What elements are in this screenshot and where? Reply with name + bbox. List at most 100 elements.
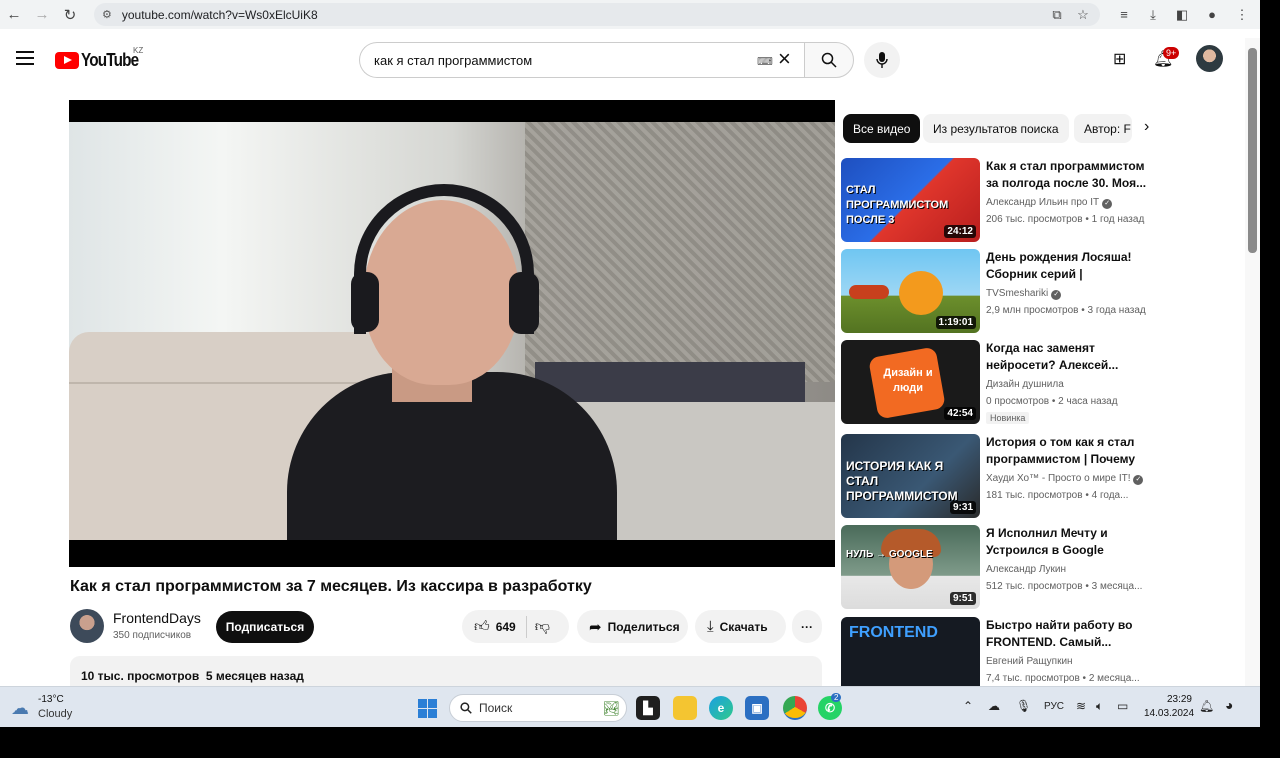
screen: ← → ↻ ⚙ youtube.com/watch?v=Ws0xElcUiK8 … — [0, 0, 1260, 727]
edge-icon[interactable]: e — [709, 696, 733, 720]
more-actions-button[interactable]: ··· — [792, 610, 822, 643]
cast-icon[interactable]: ⧉ — [1045, 0, 1069, 29]
task-view-icon[interactable]: ▙ — [636, 696, 660, 720]
recommendation-channel[interactable]: Хауди Хо™ - Просто о мире IT! ✓ — [986, 473, 1144, 485]
onedrive-icon[interactable]: ☁ — [988, 699, 1000, 713]
wifi-icon[interactable]: ≋ — [1076, 699, 1086, 713]
video-thumbnail[interactable]: СТАЛ ПРОГРАММИСТОМ ПОСЛЕ 3 24:12 — [841, 158, 980, 242]
video-thumbnail[interactable]: 1:19:01 — [841, 249, 980, 333]
browser-toolbar: ← → ↻ ⚙ youtube.com/watch?v=Ws0xElcUiK8 … — [0, 0, 1260, 29]
channel-name[interactable]: FrontendDays — [113, 610, 201, 626]
chrome-icon[interactable] — [783, 696, 807, 720]
windows-start-icon[interactable] — [418, 699, 437, 718]
voice-search-button[interactable] — [864, 42, 900, 78]
keyboard-icon[interactable]: ⌨ — [757, 55, 773, 68]
bookmark-star-icon[interactable]: ☆ — [1071, 0, 1095, 29]
downloads-icon[interactable]: ⤓ — [1141, 0, 1165, 29]
subscribe-button[interactable]: Подписаться — [216, 611, 314, 643]
microsoft-store-icon[interactable]: ▣ — [745, 696, 769, 720]
recommendation-item[interactable]: 1:19:01 День рождения Лосяша! Сборник се… — [841, 249, 1241, 335]
chip-author[interactable]: Автор: F — [1074, 114, 1132, 143]
recommendation-item[interactable]: ИСТОРИЯ КАК Я СТАЛ ПРОГРАММИСТОМ 9:31 Ис… — [841, 434, 1241, 520]
weather-condition[interactable]: Cloudy — [38, 708, 72, 720]
volume-icon[interactable]: 🔈︎ — [1096, 699, 1103, 714]
show-hidden-icons-icon[interactable]: ⌃ — [963, 699, 973, 713]
thumbnail-text: СТАЛ ПРОГРАММИСТОМ ПОСЛЕ 3 — [846, 184, 949, 226]
battery-icon[interactable]: ▭ — [1117, 699, 1128, 713]
clock-time[interactable]: 23:29 — [1166, 694, 1192, 705]
dislike-icon[interactable]: 👎︎ — [535, 618, 550, 636]
taskbar-search[interactable]: Поиск 🏞︎ — [449, 694, 627, 722]
verified-icon: ✓ — [1102, 199, 1113, 209]
video-player[interactable] — [69, 100, 835, 567]
clear-search-icon[interactable]: × — [778, 48, 791, 70]
clock-date[interactable]: 14.03.2024 — [1144, 708, 1194, 719]
download-button[interactable]: ⤓ Скачать — [695, 610, 786, 643]
file-explorer-icon[interactable] — [673, 696, 697, 720]
recommendation-channel[interactable]: Александр Лукин — [986, 564, 1066, 575]
video-thumbnail[interactable]: НУЛЬ → GOOGLE 9:51 — [841, 525, 980, 609]
video-title: Как я стал программистом за 7 месяцев. И… — [70, 578, 592, 595]
address-bar[interactable]: ⚙ youtube.com/watch?v=Ws0xElcUiK8 — [94, 3, 1100, 26]
chip-all-videos[interactable]: Все видео — [843, 114, 921, 143]
reload-icon[interactable]: ↻ — [56, 0, 84, 29]
search-value: как я стал программистом — [374, 52, 533, 68]
recommendation-item[interactable]: Дизайн и люди 42:54 Когда нас заменят не… — [841, 340, 1241, 426]
video-thumbnail[interactable]: Дизайн и люди 42:54 — [841, 340, 980, 424]
recommendation-title[interactable]: Быстро найти работу во FRONTEND. Самый..… — [986, 617, 1156, 651]
recommendation-item[interactable]: СТАЛ ПРОГРАММИСТОМ ПОСЛЕ 3 24:12 Как я с… — [841, 158, 1241, 244]
side-panel-icon[interactable]: ◧ — [1170, 0, 1194, 29]
back-icon[interactable]: ← — [0, 0, 28, 29]
language-indicator[interactable]: РУС — [1044, 701, 1064, 712]
share-button[interactable]: ➦ Поделиться — [577, 610, 688, 643]
page-scrollbar[interactable] — [1245, 38, 1260, 686]
new-badge: Новинка — [986, 412, 1030, 424]
more-icon: ··· — [801, 619, 813, 634]
account-avatar[interactable] — [1196, 45, 1223, 72]
youtube-logo[interactable]: YouTube KZ — [55, 46, 148, 71]
recommendation-item[interactable]: НУЛЬ → GOOGLE 9:51 Я Исполнил Мечту и Ус… — [841, 525, 1241, 611]
channel-avatar[interactable] — [70, 609, 104, 643]
duration-badge: 9:31 — [949, 501, 976, 514]
search-input[interactable]: как я стал программистом — [359, 42, 804, 78]
cloud-icon[interactable]: ☁ — [11, 698, 29, 719]
like-count[interactable]: 649 — [496, 620, 516, 634]
duration-badge: 1:19:01 — [935, 316, 976, 329]
microphone-icon — [876, 52, 888, 68]
recommendation-meta: 181 тыс. просмотров • 4 года... — [986, 490, 1129, 501]
duration-badge: 42:54 — [944, 407, 976, 420]
forward-icon[interactable]: → — [28, 0, 56, 29]
scrollbar-thumb[interactable] — [1248, 48, 1257, 253]
browser-menu-icon[interactable]: ⋮ — [1230, 0, 1254, 29]
notification-bell-icon[interactable]: 🔔︎ — [1199, 699, 1214, 713]
chevron-right-icon[interactable]: › — [1144, 118, 1149, 136]
share-label: Поделиться — [607, 619, 680, 634]
microphone-icon[interactable]: 🎙︎ — [1016, 699, 1031, 713]
recommendation-channel[interactable]: Дизайн душнила — [986, 379, 1064, 390]
recommendation-channel[interactable]: Евгений Ращупкин — [986, 656, 1073, 667]
search-highlight-icon: 🏞︎ — [602, 699, 620, 716]
media-controls-icon[interactable]: ≡ — [1112, 0, 1136, 29]
thumbnail-text: НУЛЬ → GOOGLE — [846, 549, 933, 560]
weather-temperature[interactable]: -13°C — [38, 694, 64, 705]
profile-icon[interactable]: ● — [1200, 0, 1224, 29]
recommendation-title[interactable]: Я Исполнил Мечту и Устроился в Google — [986, 525, 1156, 559]
like-icon[interactable]: 👍︎ — [474, 618, 490, 636]
thumbnail-text: FRONTEND — [849, 624, 938, 641]
menu-icon[interactable] — [16, 51, 34, 69]
download-label: Скачать — [719, 619, 768, 634]
create-video-icon[interactable]: ⊞ — [1113, 49, 1126, 69]
recommendation-channel[interactable]: Александр Ильин про IT ✓ — [986, 197, 1113, 209]
recommendation-title[interactable]: Как я стал программистом за полгода посл… — [986, 158, 1156, 192]
copilot-icon[interactable]: ◕ — [1225, 697, 1233, 713]
recommendation-meta: 206 тыс. просмотров • 1 год назад — [986, 214, 1145, 225]
recommendation-channel[interactable]: TVSmeshariki ✓ — [986, 288, 1062, 300]
video-thumbnail[interactable]: ИСТОРИЯ КАК Я СТАЛ ПРОГРАММИСТОМ 9:31 — [841, 434, 980, 518]
chip-from-search[interactable]: Из результатов поиска — [923, 114, 1069, 143]
recommendation-title[interactable]: История о том как я стал программистом |… — [986, 434, 1156, 468]
share-icon: ➦ — [589, 618, 602, 636]
recommendation-title[interactable]: Когда нас заменят нейросети? Алексей... — [986, 340, 1156, 374]
site-settings-icon[interactable]: ⚙ — [102, 8, 112, 21]
search-button[interactable] — [804, 42, 854, 78]
recommendation-title[interactable]: День рождения Лосяша! Сборник серий | См… — [986, 249, 1156, 283]
